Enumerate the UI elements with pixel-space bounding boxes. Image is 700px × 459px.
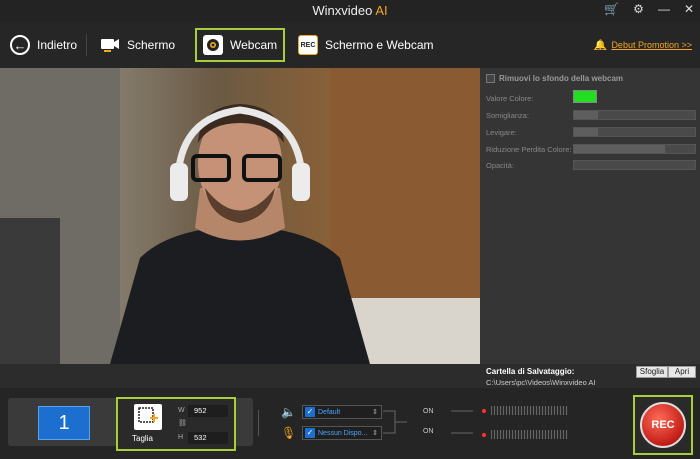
background-removal-panel: Rimuovi lo sfondo della webcam Valore Co… — [480, 68, 700, 387]
monitor-select-button[interactable]: 1 — [38, 406, 90, 440]
webcam-icon — [203, 35, 223, 55]
mic-state[interactable]: ON — [423, 428, 434, 435]
crop-label: Taglia — [132, 434, 153, 443]
rec-icon: REC — [298, 35, 318, 55]
smooth-slider[interactable] — [573, 127, 696, 137]
remove-bg-label: Rimuovi lo sfondo della webcam — [499, 74, 624, 83]
monitor-camera-icon — [100, 37, 120, 53]
tab-screen-webcam[interactable]: REC Schermo e Webcam — [298, 22, 434, 68]
speaker-device-label: Default — [318, 408, 341, 416]
save-path: C:\Users\pc\Videos\Winxvideo AI — [486, 378, 596, 387]
back-label: Indietro — [37, 38, 78, 52]
opacity-label: Opacità: — [486, 161, 514, 170]
height-input[interactable]: 532 — [188, 432, 228, 444]
cart-icon[interactable]: 🛒 — [604, 2, 619, 16]
bell-icon: 🔔 — [593, 39, 607, 51]
ai-tag: AI — [375, 3, 388, 18]
height-label: H — [178, 434, 184, 441]
tab-webcam-label: Webcam — [230, 38, 278, 52]
tab-webcam[interactable]: Webcam — [195, 28, 286, 62]
mic-checkbox[interactable]: ✓ — [305, 428, 315, 438]
width-label: W — [178, 407, 185, 414]
speaker-level-meter — [482, 406, 568, 415]
webcam-feed-image — [0, 68, 480, 364]
spill-label: Riduzione Perdita Colore: — [486, 145, 572, 154]
chevron-updown-icon: ⇕ — [372, 430, 378, 437]
promo-link[interactable]: 🔔 Debut Promotion >> — [594, 22, 692, 68]
bottom-toolbar — [0, 388, 700, 459]
tab-screen-label: Schermo — [127, 38, 176, 52]
promo-label: Debut Promotion >> — [611, 40, 692, 50]
speaker-device-select[interactable]: ✓ Default ⇕ — [302, 405, 382, 419]
microphone-icon: 🎙 — [281, 426, 297, 440]
mic-device-label: Nessun Dispo... — [318, 429, 368, 437]
color-label: Valore Colore: — [486, 94, 534, 103]
similarity-label: Somiglianza: — [486, 111, 529, 120]
arrow-left-circle-icon: ← — [10, 35, 30, 55]
tab-screen[interactable]: Schermo — [100, 22, 175, 68]
remove-bg-checkbox[interactable]: Rimuovi lo sfondo della webcam — [486, 74, 623, 83]
window-title: Winxvideo AI — [0, 3, 700, 18]
app-name: Winxvideo — [312, 3, 373, 18]
opacity-slider[interactable] — [573, 160, 696, 170]
toolbar-divider — [258, 410, 259, 436]
save-folder-label: Cartella di Salvataggio: — [486, 367, 575, 376]
chevron-updown-icon: ⇕ — [372, 409, 378, 416]
record-panel: REC — [633, 395, 693, 455]
tab-screen-webcam-label: Schermo e Webcam — [325, 38, 434, 52]
link-icon[interactable]: ⛓ — [178, 419, 187, 427]
width-input[interactable]: 952 — [188, 405, 228, 417]
browse-button[interactable]: Sfoglia — [636, 366, 668, 378]
settings-icon[interactable]: ⚙ — [633, 2, 644, 16]
back-button[interactable]: ← Indietro — [10, 22, 77, 68]
mic-level-meter — [482, 430, 568, 439]
mic-device-select[interactable]: ✓ Nessun Dispo... ⇕ — [302, 426, 382, 440]
minimize-icon[interactable]: — — [658, 2, 670, 16]
nav-divider — [86, 34, 87, 56]
speaker-state[interactable]: ON — [423, 408, 434, 415]
crop-icon — [138, 407, 158, 423]
checkbox-box[interactable] — [486, 74, 495, 83]
crop-panel: Taglia W 952 ⛓ H 532 — [116, 397, 236, 451]
record-button[interactable]: REC — [640, 402, 686, 448]
spill-slider[interactable] — [573, 144, 696, 154]
smooth-label: Levigare: — [486, 128, 517, 137]
title-bar: Winxvideo AI 🛒 ⚙ — ✕ — [0, 0, 700, 22]
mode-nav: ← Indietro Schermo Webcam REC Schermo e … — [0, 22, 700, 68]
close-icon[interactable]: ✕ — [684, 2, 694, 16]
open-folder-button[interactable]: Apri — [668, 366, 696, 378]
similarity-slider[interactable] — [573, 110, 696, 120]
crop-button[interactable] — [134, 404, 162, 430]
speaker-icon: 🔈 — [281, 405, 296, 419]
webcam-preview — [0, 68, 480, 364]
color-swatch[interactable] — [573, 90, 597, 103]
speaker-checkbox[interactable]: ✓ — [305, 407, 315, 417]
